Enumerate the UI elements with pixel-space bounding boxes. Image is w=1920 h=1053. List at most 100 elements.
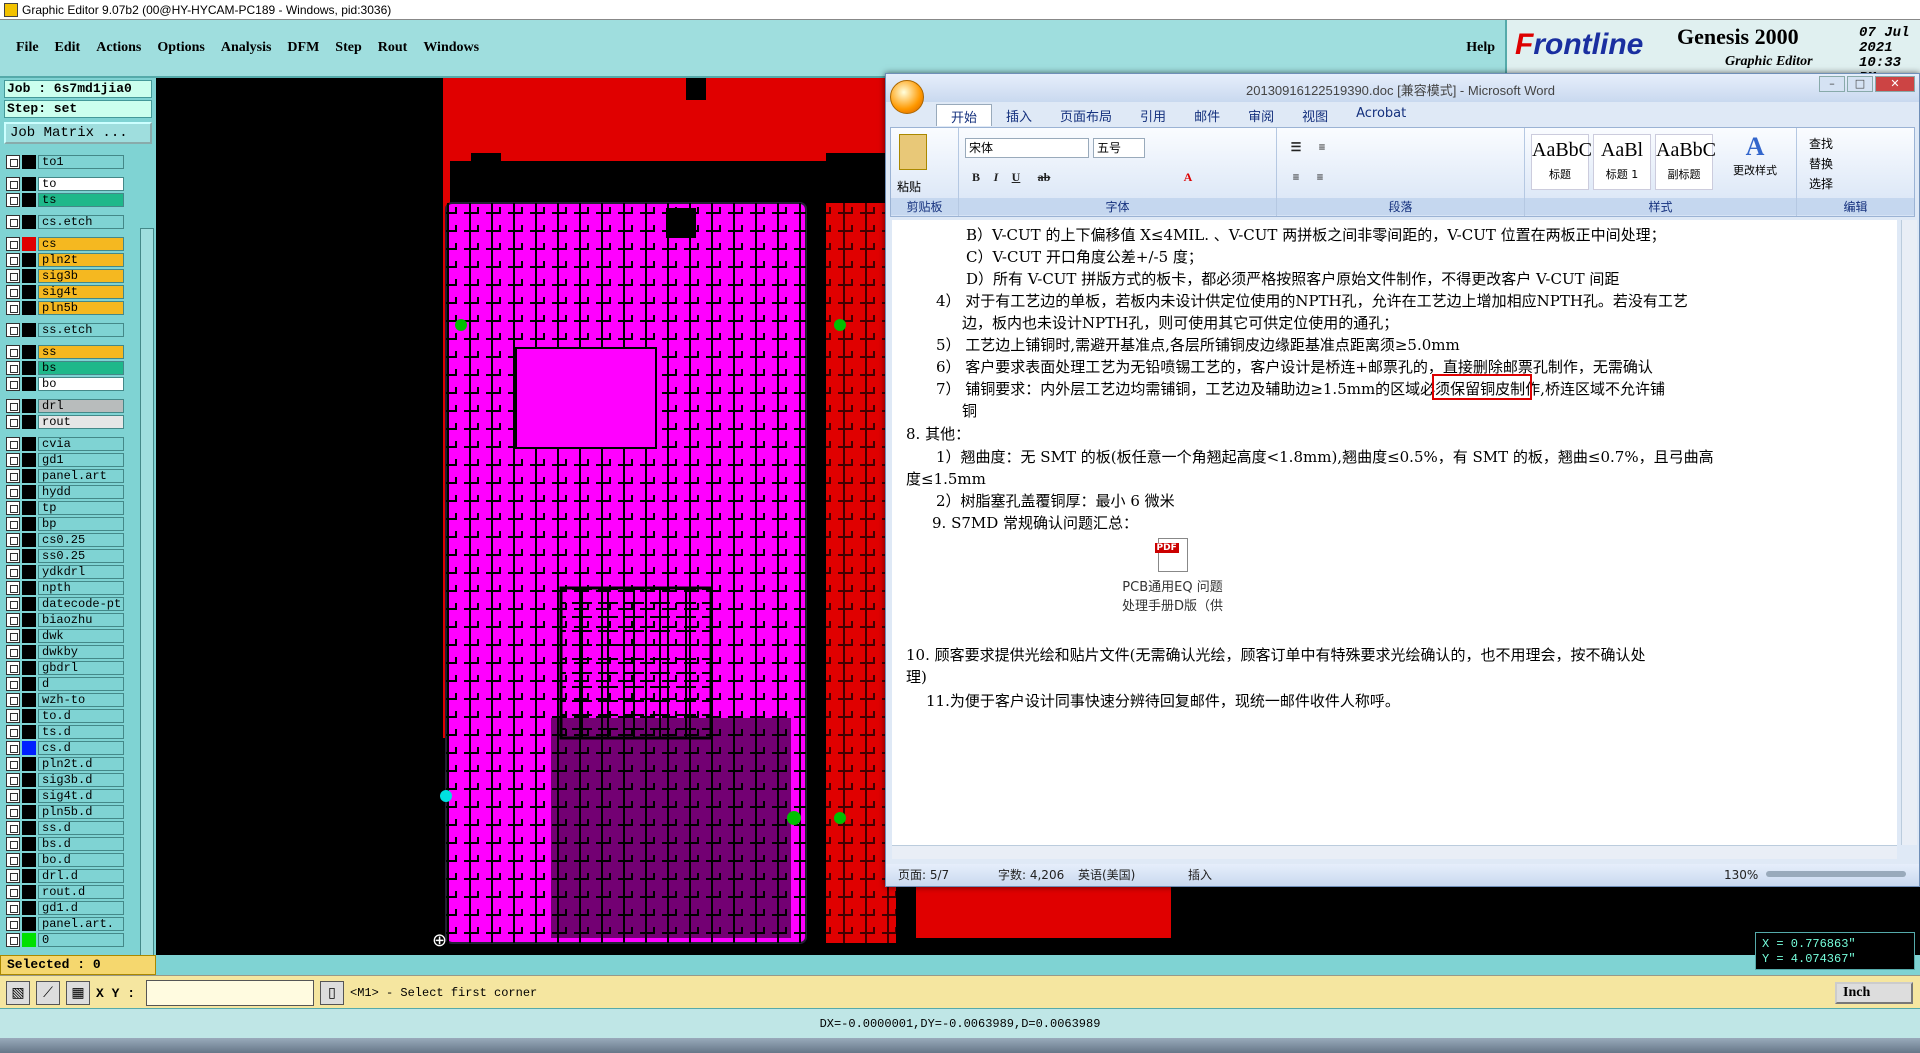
layer-row[interactable]: cs0.25: [6, 532, 124, 548]
align-center-icon[interactable]: ≡: [1311, 168, 1329, 186]
layer-color-swatch[interactable]: [22, 269, 36, 283]
layer-name[interactable]: d: [38, 677, 124, 691]
layer-row[interactable]: rout.d: [6, 884, 124, 900]
zoom-slider[interactable]: [1766, 871, 1906, 877]
layer-checkbox[interactable]: [6, 155, 20, 169]
layer-color-swatch[interactable]: [22, 415, 36, 429]
layer-color-swatch[interactable]: [22, 901, 36, 915]
layer-row[interactable]: cvia: [6, 436, 124, 452]
ribbon-tab[interactable]: 开始: [936, 104, 993, 126]
font-name-select[interactable]: 宋体: [965, 138, 1089, 158]
layer-checkbox[interactable]: [6, 269, 20, 283]
layer-name[interactable]: 0: [38, 933, 124, 947]
layer-name[interactable]: tp: [38, 501, 124, 515]
style-item[interactable]: AaBbC 标题: [1531, 134, 1592, 190]
layer-row[interactable]: ss.d: [6, 820, 124, 836]
layer-name[interactable]: bo: [38, 377, 124, 391]
layer-checkbox[interactable]: [6, 565, 20, 579]
layer-checkbox[interactable]: [6, 323, 20, 337]
layer-name[interactable]: to.d: [38, 709, 124, 723]
layer-checkbox[interactable]: [6, 177, 20, 191]
layer-checkbox[interactable]: [6, 215, 20, 229]
layer-checkbox[interactable]: [6, 285, 20, 299]
layer-color-swatch[interactable]: [22, 597, 36, 611]
change-styles-button[interactable]: A 更改样式: [1725, 132, 1785, 178]
layer-checkbox[interactable]: [6, 853, 20, 867]
layer-name[interactable]: panel.art: [38, 469, 124, 483]
xy-input[interactable]: [146, 980, 314, 1006]
layer-color-swatch[interactable]: [22, 645, 36, 659]
bullets-icon[interactable]: ☰: [1287, 138, 1305, 156]
layer-color-swatch[interactable]: [22, 709, 36, 723]
layer-row[interactable]: gbdrl: [6, 660, 124, 676]
layer-row[interactable]: panel.art: [6, 468, 124, 484]
layer-checkbox[interactable]: [6, 613, 20, 627]
document-page[interactable]: B）V-CUT 的上下偏移值 X≤4MIL. 、V-CUT 两拼板之间非零间距的…: [892, 220, 1897, 845]
layer-row[interactable]: to.d: [6, 708, 124, 724]
layer-row[interactable]: 0: [6, 932, 124, 948]
layer-name[interactable]: cs: [38, 237, 124, 251]
layer-name[interactable]: ts.d: [38, 725, 124, 739]
layer-name[interactable]: biaozhu: [38, 613, 124, 627]
font-color-icon[interactable]: A: [1179, 168, 1197, 186]
layer-checkbox[interactable]: [6, 693, 20, 707]
layer-color-swatch[interactable]: [22, 469, 36, 483]
layer-checkbox[interactable]: [6, 361, 20, 375]
ribbon-tab[interactable]: 页面布局: [1046, 104, 1126, 126]
layer-color-swatch[interactable]: [22, 399, 36, 413]
layer-color-swatch[interactable]: [22, 361, 36, 375]
layer-name[interactable]: cs.d: [38, 741, 124, 755]
ribbon-tab[interactable]: 审阅: [1234, 104, 1288, 126]
layer-row[interactable]: sig4t: [6, 284, 124, 300]
layer-row[interactable]: panel.art.: [6, 916, 124, 932]
layer-color-swatch[interactable]: [22, 821, 36, 835]
layer-name[interactable]: bp: [38, 517, 124, 531]
layer-row[interactable]: bp: [6, 516, 124, 532]
layer-color-swatch[interactable]: [22, 285, 36, 299]
layer-name[interactable]: gd1: [38, 453, 124, 467]
layer-color-swatch[interactable]: [22, 805, 36, 819]
layer-name[interactable]: cs.etch: [38, 215, 124, 229]
layer-color-swatch[interactable]: [22, 581, 36, 595]
strikethrough-icon[interactable]: ab: [1035, 168, 1053, 186]
toggle-icon[interactable]: ▯: [320, 981, 344, 1005]
layer-name[interactable]: hydd: [38, 485, 124, 499]
layer-row[interactable]: drl: [6, 398, 124, 414]
layer-row[interactable]: ts: [6, 192, 124, 208]
edit-item[interactable]: 查找: [1809, 134, 1833, 154]
layer-color-swatch[interactable]: [22, 725, 36, 739]
italic-icon[interactable]: I: [987, 168, 1005, 186]
layer-name[interactable]: dwk: [38, 629, 124, 643]
layer-name[interactable]: dwkby: [38, 645, 124, 659]
layer-checkbox[interactable]: [6, 597, 20, 611]
layer-color-swatch[interactable]: [22, 533, 36, 547]
edit-item[interactable]: 替换: [1809, 154, 1833, 174]
layer-color-swatch[interactable]: [22, 853, 36, 867]
job-matrix-button[interactable]: Job Matrix ...: [4, 122, 152, 144]
layer-checkbox[interactable]: [6, 485, 20, 499]
layer-row[interactable]: datecode-pt: [6, 596, 124, 612]
layer-checkbox[interactable]: [6, 629, 20, 643]
menu-file[interactable]: File: [8, 40, 47, 56]
layer-name[interactable]: rout: [38, 415, 124, 429]
layer-row[interactable]: dwk: [6, 628, 124, 644]
layer-name[interactable]: to1: [38, 155, 124, 169]
layer-name[interactable]: ss: [38, 345, 124, 359]
layer-name[interactable]: bs: [38, 361, 124, 375]
ribbon-tab[interactable]: 视图: [1288, 104, 1342, 126]
layer-checkbox[interactable]: [6, 869, 20, 883]
layer-name[interactable]: npth: [38, 581, 124, 595]
layer-checkbox[interactable]: [6, 645, 20, 659]
layer-checkbox[interactable]: [6, 901, 20, 915]
doc-horizontal-scrollbar[interactable]: [892, 845, 1897, 859]
layer-color-swatch[interactable]: [22, 501, 36, 515]
layer-row[interactable]: ydkdrl: [6, 564, 124, 580]
layer-color-swatch[interactable]: [22, 177, 36, 191]
layer-name[interactable]: ydkdrl: [38, 565, 124, 579]
layer-row[interactable]: rout: [6, 414, 124, 430]
layer-checkbox[interactable]: [6, 415, 20, 429]
doc-vertical-scrollbar[interactable]: [1901, 220, 1917, 845]
layer-checkbox[interactable]: [6, 437, 20, 451]
page-count[interactable]: 页面: 5/7: [898, 864, 949, 886]
layer-color-swatch[interactable]: [22, 345, 36, 359]
